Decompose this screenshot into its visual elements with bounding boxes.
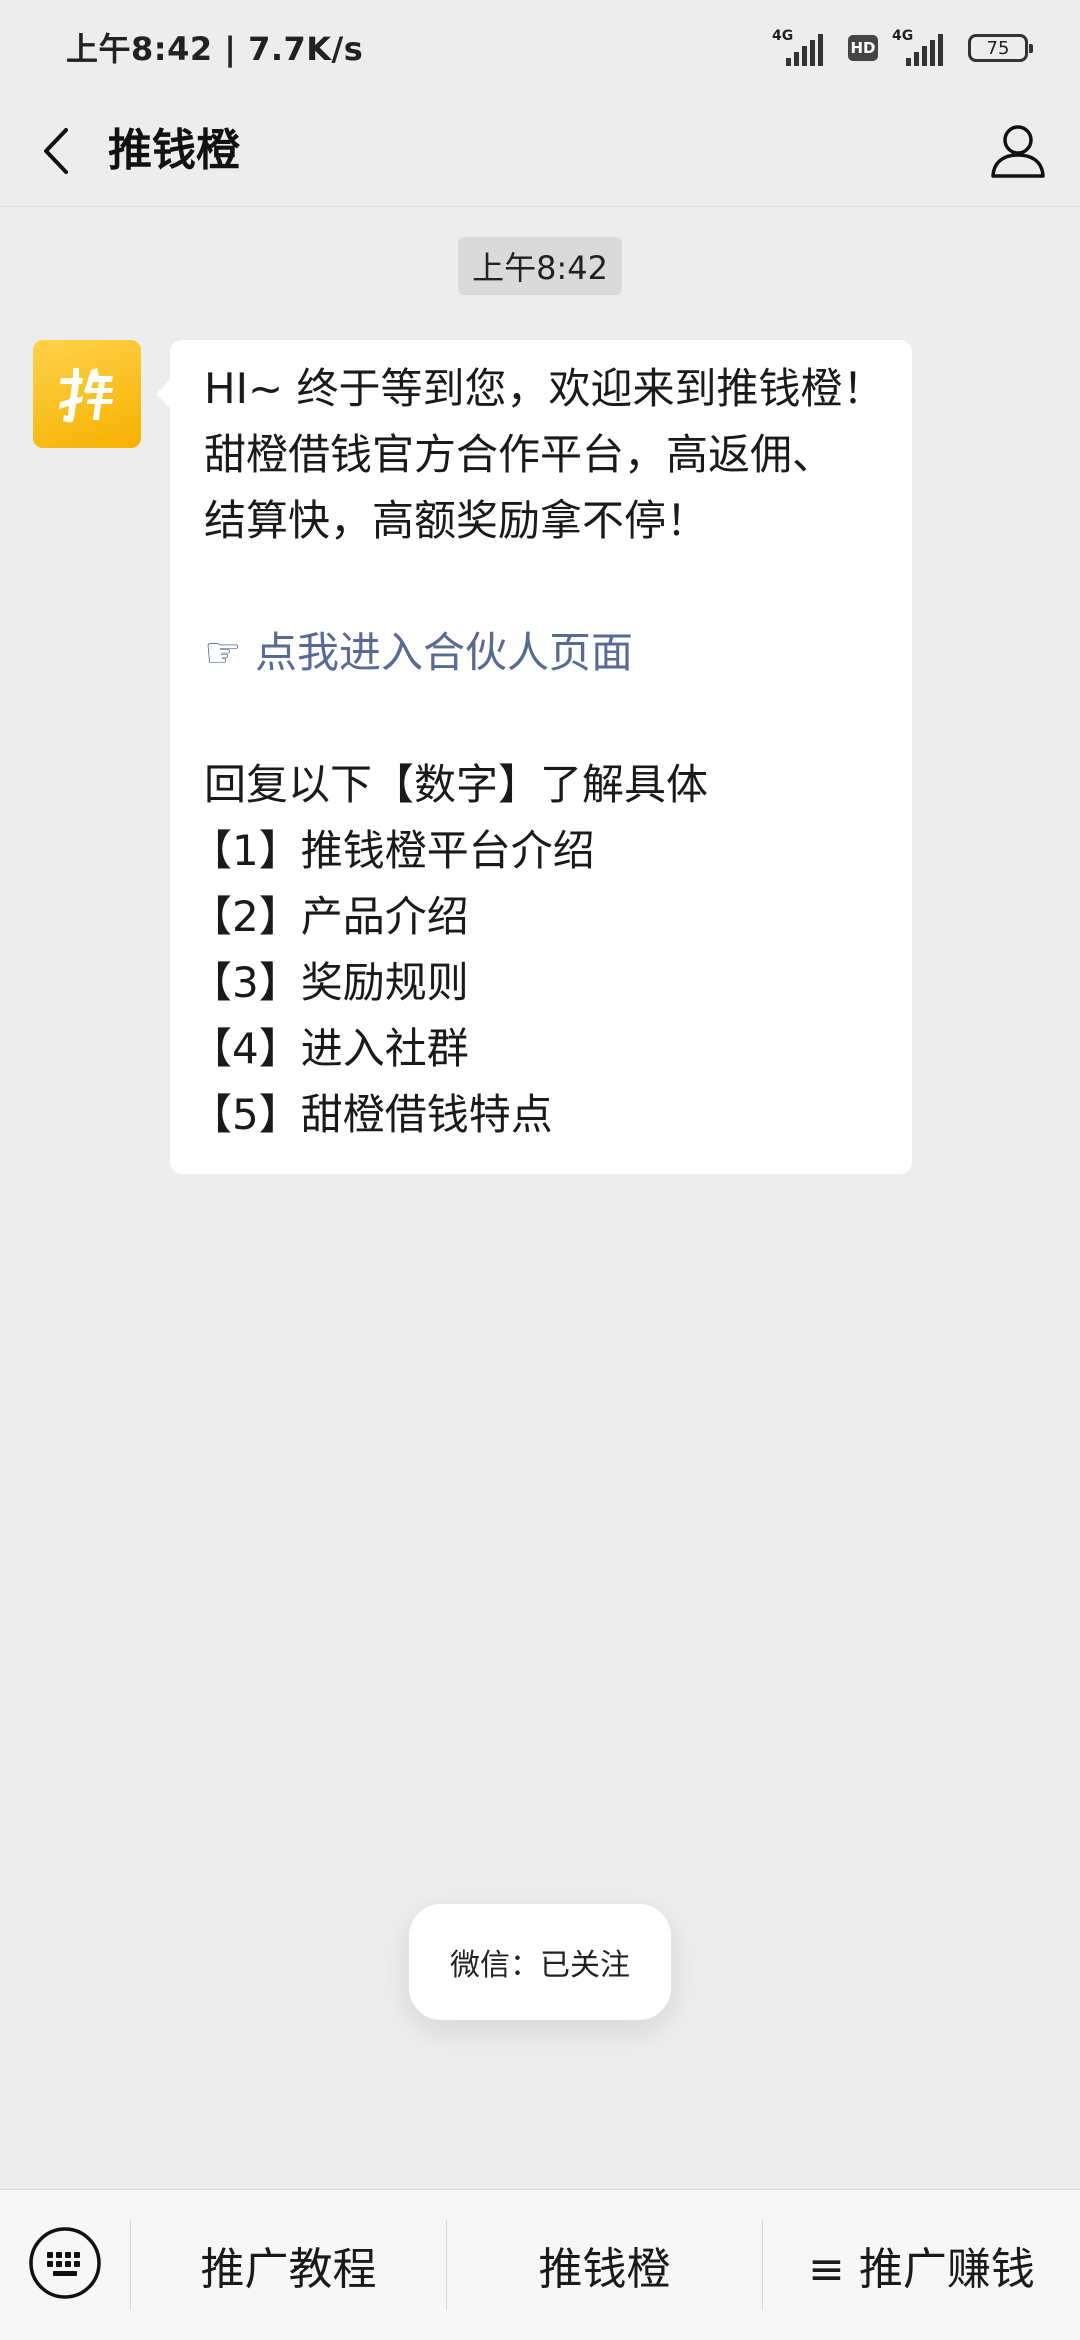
menu-option: 【2】产品介绍 [190,892,469,941]
status-bar: 上午8:42 | 7.7K/s 4G HD 4G 75 [0,0,1080,96]
battery-level: 75 [986,37,1010,59]
reply-prompt: 回复以下【数字】了解具体 [204,760,709,809]
status-time: 上午8:42 | 7.7K/s [66,30,364,68]
follow-toast: 微信：已关注 [409,1904,671,2020]
message-timestamp: 上午8:42 [458,237,622,295]
status-icons: 4G HD 4G 75 [772,24,1033,72]
back-button[interactable] [22,118,88,184]
menu-option: 【3】奖励规则 [190,958,469,1007]
message-bubble[interactable]: HI~ 终于等到您，欢迎来到推钱橙！ 甜橙借钱官方合作平台，高返佣、 结算快，高… [156,340,912,1174]
message-line: 结算快，高额奖励拿不停！ [204,496,709,545]
bottom-menu-bar: 推广教程 推钱橙 ≡ 推广赚钱 [0,2189,1080,2340]
message-line: HI~ 终于等到您，欢迎来到推钱橙！ [204,364,885,413]
menu-item-earn[interactable]: ≡ 推广赚钱 [763,2190,1080,2340]
keyboard-icon [29,2227,101,2299]
profile-button[interactable] [978,110,1058,190]
hd-icon: HD [848,35,878,61]
menu-item-tutorial[interactable]: 推广教程 [131,2190,446,2340]
page-title: 推钱橙 [108,125,240,176]
menu-option: 【5】甜橙借钱特点 [190,1090,553,1139]
title-bar: 推钱橙 [0,96,1080,207]
person-icon [991,125,1045,178]
signal-icon: 4G [772,28,834,68]
keyboard-toggle-button[interactable] [24,2222,106,2304]
message-line: 甜橙借钱官方合作平台，高返佣、 [204,430,835,479]
battery-icon: 75 [968,34,1033,62]
menu-item-home[interactable]: 推钱橙 [447,2190,762,2340]
chevron-left-icon [44,128,68,174]
signal-icon: 4G [892,28,954,68]
menu-option: 【1】推钱橙平台介绍 [190,826,595,875]
partner-page-link[interactable]: ☞ 点我进入合伙人页面 [204,620,882,686]
chat-area[interactable]: 上午8:42 HI~ 终于等到您，欢迎来到推钱橙！ 甜橙借钱官方合作平台，高返佣… [0,207,1080,2189]
avatar[interactable] [33,340,141,448]
brand-logo-icon [59,368,113,423]
menu-option: 【4】进入社群 [190,1024,469,1073]
